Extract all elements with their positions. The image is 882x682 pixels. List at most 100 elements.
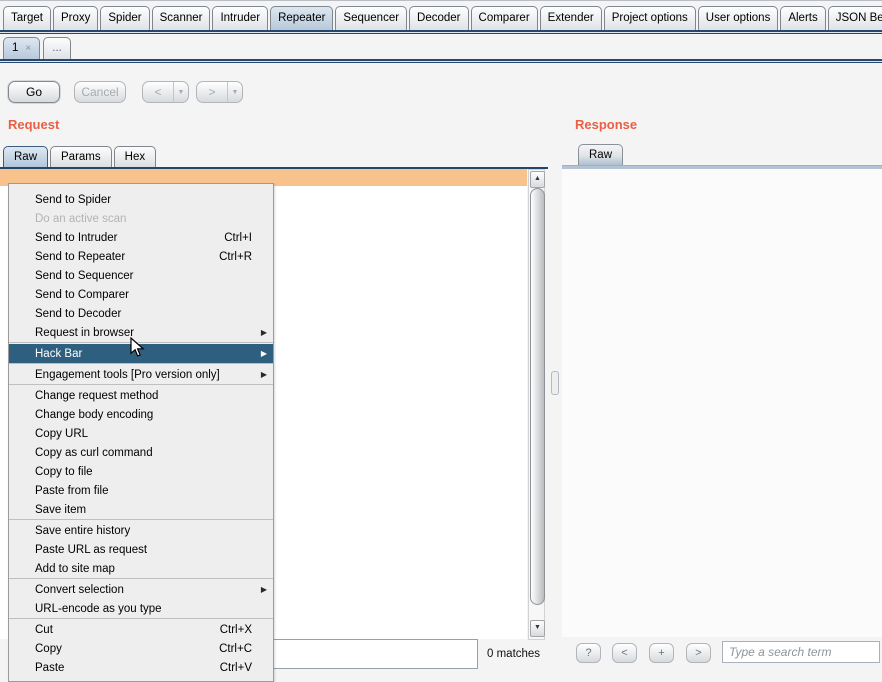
main-tab[interactable]: Sequencer [335,6,407,30]
context-menu-item[interactable]: Save entire history [9,521,273,540]
close-icon[interactable]: × [25,43,31,54]
menu-item-shortcut: Ctrl+X [220,624,252,636]
menu-item-label: Send to Decoder [35,308,252,320]
request-editor-tab[interactable]: Hex [114,146,156,167]
context-menu-item[interactable]: Save item [9,500,273,520]
main-tab-label: User options [706,12,771,24]
menu-item-label: Send to Comparer [35,289,252,301]
forward-button[interactable]: > ▼ [196,81,243,103]
menu-item-shortcut: Ctrl+R [219,251,252,263]
response-viewer[interactable] [562,169,882,637]
main-tab-label: Intruder [220,12,260,24]
forward-arrow-icon[interactable]: > [197,82,227,102]
request-editor-tab-label: Raw [14,151,37,163]
context-menu-item[interactable]: Copy as curl command [9,443,273,462]
context-menu-item[interactable]: Convert selection ▶ [9,580,273,599]
tabbar-underline [0,30,882,34]
cancel-button[interactable]: Cancel [74,81,126,103]
main-tab-label: Decoder [417,12,460,24]
repeater-tab-more[interactable]: ... [43,37,71,59]
context-menu-item[interactable]: Copy to file [9,462,273,481]
response-tab-raw[interactable]: Raw [578,144,623,165]
main-tab[interactable]: Alerts [780,6,825,30]
add-match-button[interactable]: + [649,643,674,663]
scroll-down-icon[interactable]: ▼ [530,620,545,637]
menu-item-label: Paste [35,662,220,674]
back-dropdown-icon[interactable]: ▼ [173,82,188,102]
menu-item-label: Copy [35,643,219,655]
back-button[interactable]: < ▼ [142,81,189,103]
main-tab[interactable]: User options [698,6,779,30]
context-menu-item[interactable]: Engagement tools [Pro version only] ▶ [9,365,273,385]
main-tab-label: Project options [612,12,688,24]
context-menu-item[interactable]: Paste from file [9,481,273,500]
request-editor-tab[interactable]: Params [50,146,112,167]
context-menu-item[interactable]: Add to site map [9,559,273,579]
response-title: Response [575,117,637,132]
context-menu-item[interactable]: Send to Spider [9,190,273,209]
menu-item-label: Paste from file [35,485,252,497]
context-menu-item[interactable]: Send to Comparer [9,285,273,304]
main-tab-label: Extender [548,12,594,24]
request-editor-tab[interactable]: Raw [3,146,48,167]
main-tab[interactable]: Comparer [471,6,538,30]
menu-item-label: Send to Sequencer [35,270,252,282]
help-button[interactable]: ? [576,643,601,663]
prev-match-button[interactable]: < [612,643,637,663]
submenu-arrow-icon: ▶ [256,349,267,358]
context-menu-item[interactable]: Do an active scan [9,209,273,228]
context-menu-item[interactable]: Copy URL [9,424,273,443]
panel-splitter-handle[interactable] [551,371,559,395]
main-tab[interactable]: Target [3,6,51,30]
main-tab[interactable]: Repeater [270,6,333,30]
main-tab-bar: Target Proxy Spider Scanner Intruder Rep… [0,3,882,30]
context-menu-item[interactable]: Paste Ctrl+V [9,658,273,677]
context-menu-item[interactable]: Send to Repeater Ctrl+R [9,247,273,266]
go-button[interactable]: Go [8,81,60,103]
submenu-arrow-icon: ▶ [256,328,267,337]
main-tab[interactable]: Extender [540,6,602,30]
menu-item-label: Send to Repeater [35,251,219,263]
main-tab[interactable]: Proxy [53,6,98,30]
menu-item-label: Add to site map [35,563,252,575]
main-tab-label: Target [11,12,43,24]
main-tab[interactable]: Decoder [409,6,468,30]
repeater-tab-1[interactable]: 1× [3,37,40,59]
context-menu-item[interactable]: Send to Intruder Ctrl+I [9,228,273,247]
main-tab[interactable]: Project options [604,6,696,30]
main-tab-label: Repeater [278,12,325,24]
context-menu-item[interactable]: Change request method [9,386,273,405]
response-search-input[interactable] [722,641,880,663]
context-menu-item[interactable]: Paste URL as request [9,540,273,559]
back-arrow-icon[interactable]: < [143,82,173,102]
menu-item-shortcut: Ctrl+V [220,662,252,674]
scrollbar-thumb[interactable] [530,188,545,605]
context-menu-item[interactable]: Cut Ctrl+X [9,620,273,639]
forward-dropdown-icon[interactable]: ▼ [227,82,242,102]
request-editor-tab-label: Hex [125,151,145,163]
main-tab[interactable]: Scanner [152,6,211,30]
mouse-cursor-icon [130,337,145,363]
main-tab-label: Sequencer [343,12,399,24]
repeater-tab-label: 1 [12,42,18,54]
main-tab[interactable]: JSON Beautifier [828,6,882,30]
context-menu-item[interactable]: Send to Decoder [9,304,273,323]
context-menu-item[interactable]: URL-encode as you type [9,599,273,619]
menu-item-label: Save entire history [35,525,252,537]
menu-item-label: Copy as curl command [35,447,252,459]
main-tab-label: Proxy [61,12,90,24]
context-menu-item[interactable]: Change body encoding [9,405,273,424]
menu-item-label: Send to Spider [35,194,252,206]
request-scrollbar[interactable]: ▲ ▼ [528,169,545,640]
main-tab[interactable]: Spider [100,6,149,30]
menu-item-label: Copy to file [35,466,252,478]
submenu-arrow-icon: ▶ [256,585,267,594]
next-match-button[interactable]: > [686,643,711,663]
scroll-up-icon[interactable]: ▲ [530,171,545,188]
main-tab[interactable]: Intruder [212,6,268,30]
request-editor-tab-label: Params [61,151,101,163]
context-menu-item[interactable]: Copy Ctrl+C [9,639,273,658]
context-menu-item[interactable]: Send to Sequencer [9,266,273,285]
repeater-tabbar-underline [0,59,882,63]
menu-item-label: Send to Intruder [35,232,224,244]
